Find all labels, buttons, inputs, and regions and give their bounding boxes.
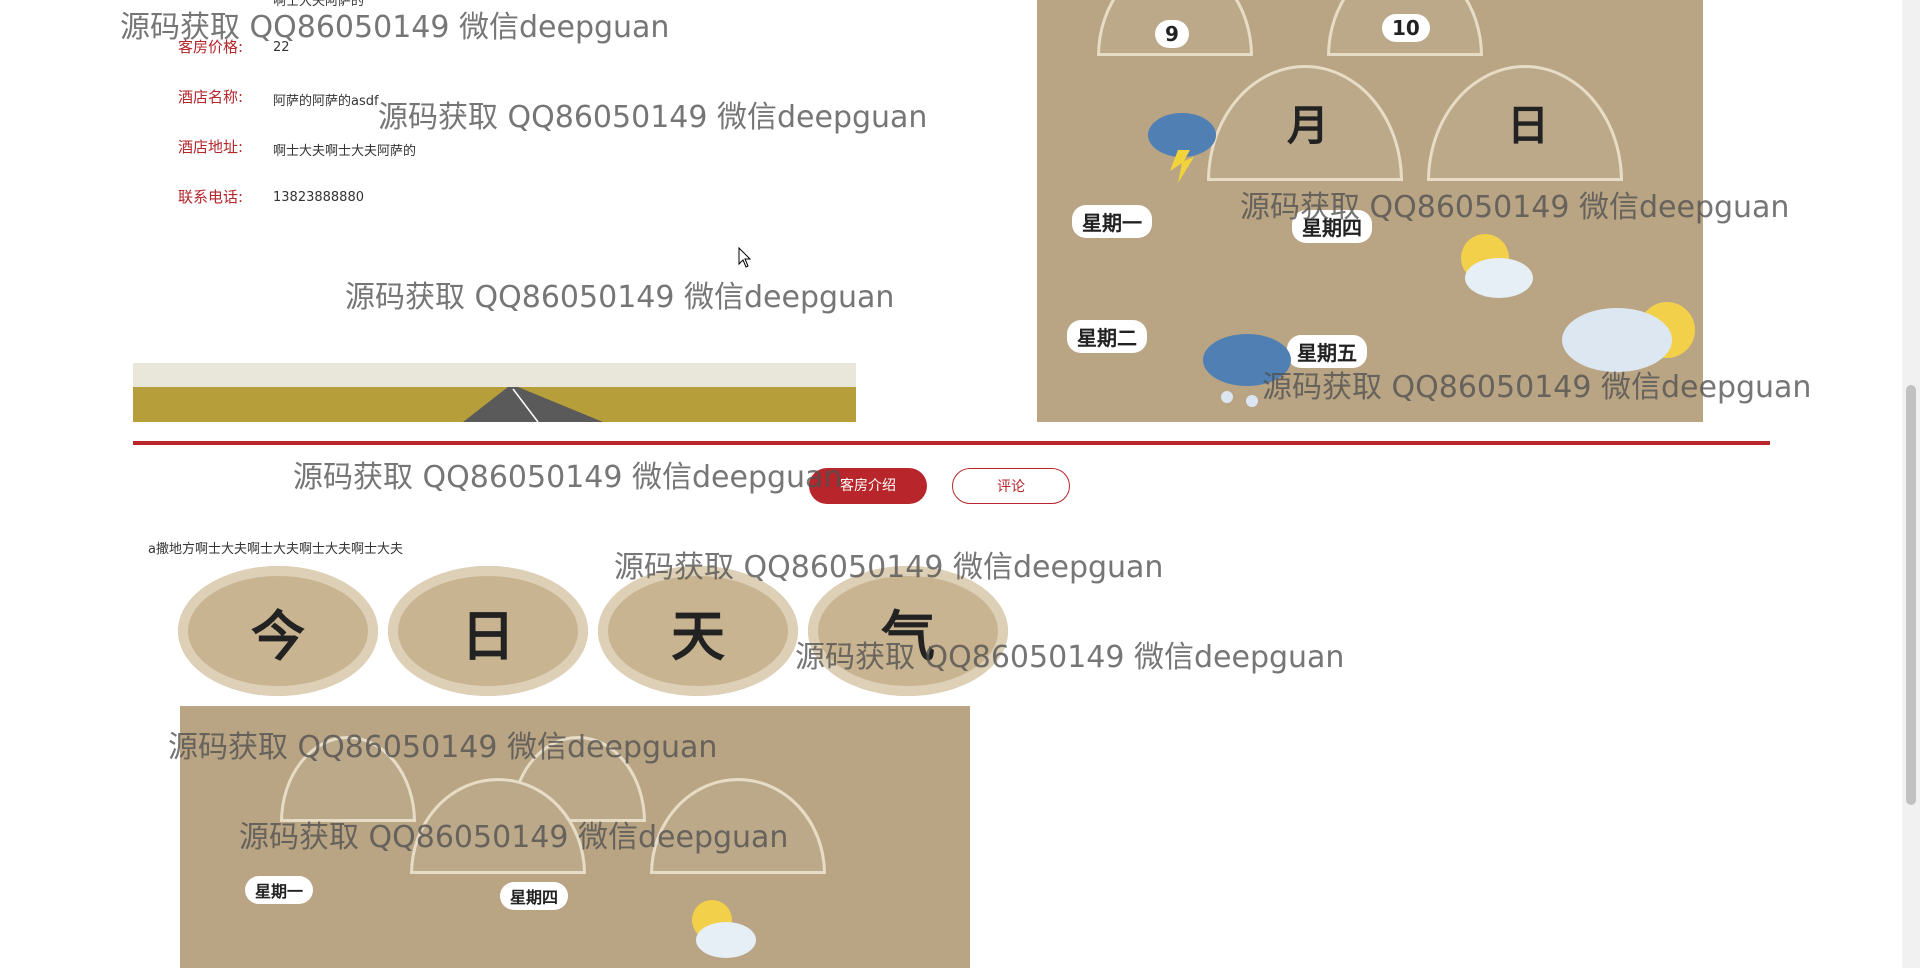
photo-weekday-4: 星期四: [1292, 210, 1372, 243]
badge-2: 日: [388, 566, 588, 696]
badge-1: 今: [178, 566, 378, 696]
landscape-banner: [133, 363, 856, 422]
room-description: a撒地方啊士大夫啊士大夫啊士大夫啊士大夫: [148, 542, 403, 557]
photo-weekday-5: 星期五: [1287, 335, 1367, 368]
photo-day: 日: [1507, 101, 1550, 150]
watermark: 源码获取 QQ86050149 微信deepguan: [378, 100, 928, 135]
photo-pocket: [280, 736, 416, 822]
photo-digit-a: 9: [1155, 20, 1189, 48]
section-divider: [133, 441, 1770, 445]
photo-month: 月: [1287, 101, 1330, 150]
photo-weekday-1-bottom: 星期一: [245, 876, 314, 904]
tab-comments[interactable]: 评论: [952, 468, 1070, 504]
price-value: 22: [273, 40, 290, 55]
road-graphic: [133, 363, 856, 422]
hotel-photo: 9 10 月 日 星期一 星期四 星期二 星期五: [1037, 0, 1703, 422]
sun-cloud-icon: [692, 900, 756, 958]
scrollbar-thumb[interactable]: [1906, 385, 1916, 805]
address-value: 啊士大夫啊士大夫阿萨的: [273, 144, 417, 159]
tab-room-intro[interactable]: 客房介绍: [809, 468, 927, 504]
photo-weekday-4-bottom: 星期四: [500, 882, 569, 910]
photo-weekday-1: 星期一: [1072, 205, 1152, 238]
rain-cloud-icon: [1203, 334, 1291, 407]
snow-sun-icon: [1562, 302, 1695, 372]
watermark: 源码获取 QQ86050149 微信deepguan: [293, 460, 843, 495]
top-partial-value: 啊士大夫阿萨的: [273, 0, 365, 9]
room-photo-bottom: 星期一 星期四: [180, 706, 970, 968]
price-label: 客房价格:: [177, 38, 243, 56]
watermark: 源码获取 QQ86050149 微信deepguan: [345, 280, 895, 315]
phone-label: 联系电话:: [177, 188, 243, 206]
photo-pocket: [650, 778, 826, 874]
badge-4: 气: [808, 566, 1008, 696]
page-scrollbar[interactable]: [1902, 0, 1920, 968]
badge-3: 天: [598, 566, 798, 696]
sun-cloud-icon: [1461, 234, 1533, 298]
mouse-pointer-icon: [738, 247, 752, 268]
photo-digit-b: 10: [1382, 14, 1430, 42]
hotel-name-value: 阿萨的阿萨的asdf: [273, 94, 379, 109]
hotel-name-label: 酒店名称:: [177, 88, 243, 106]
phone-value: 13823888880: [273, 190, 364, 205]
photo-weekday-2: 星期二: [1067, 320, 1147, 353]
weather-badges: 今 日 天 气: [178, 566, 1018, 696]
address-label: 酒店地址:: [177, 138, 243, 156]
cloud-icon: [1148, 113, 1216, 183]
